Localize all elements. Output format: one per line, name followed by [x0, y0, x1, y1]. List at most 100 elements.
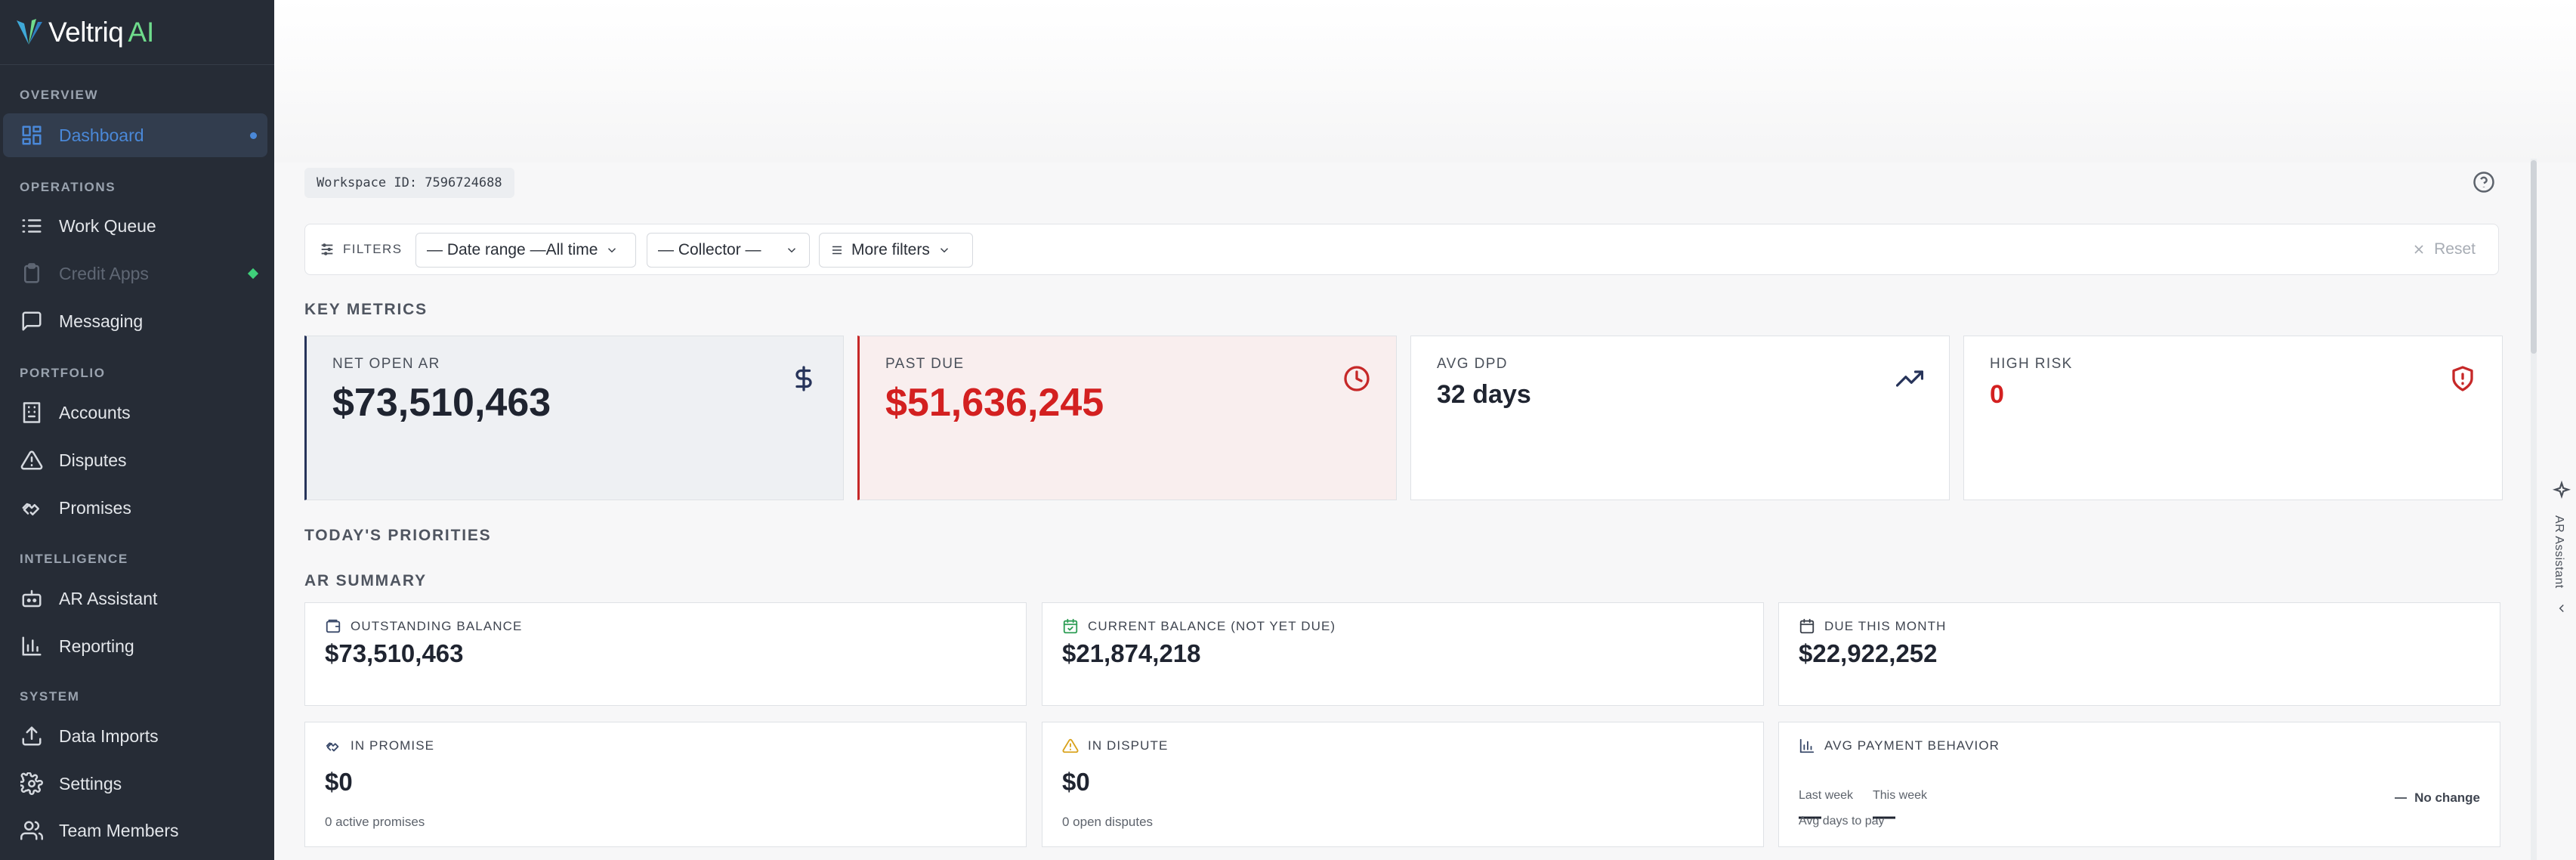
sidebar-item-settings[interactable]: Settings — [3, 762, 267, 806]
sidebar-item-label: Credit Apps — [59, 263, 149, 283]
card-subtext: 0 active promises — [325, 815, 425, 829]
this-week-label: This week — [1873, 789, 1928, 802]
bar-chart-icon — [1799, 738, 1815, 753]
sidebar-item-disputes[interactable]: Disputes — [3, 438, 267, 482]
brand-suffix: AI — [128, 16, 155, 48]
sidebar-item-label: Messaging — [59, 311, 144, 331]
sidebar-item-credit-apps[interactable]: Credit Apps — [3, 252, 267, 295]
trending-up-icon — [1895, 365, 1924, 392]
gear-icon — [20, 772, 44, 796]
kpi-label: PAST DUE — [885, 356, 965, 372]
upload-icon — [20, 724, 44, 748]
sidebar-item-reporting[interactable]: Reporting — [3, 624, 267, 668]
users-icon — [20, 818, 44, 843]
card-subtext: 0 open disputes — [1062, 815, 1154, 829]
collector-select[interactable]: — Collector — — [647, 233, 810, 268]
sidebar-item-label: AR Assistant — [59, 588, 158, 608]
sidebar-item-label: Settings — [59, 773, 122, 793]
sidebar-item-label: Team Members — [59, 820, 179, 840]
sidebar-item-label: Dashboard — [59, 125, 144, 145]
kpi-high-risk[interactable]: HIGH RISK 0 — [1963, 336, 2503, 500]
no-change-dash-icon — [2395, 797, 2408, 799]
bot-icon — [20, 586, 44, 611]
workspace-id-chip[interactable]: Workspace ID: 7596724688 — [304, 168, 514, 198]
sidebar: Veltriq AI OVERVIEW Dashboard OPERATIONS… — [0, 0, 274, 860]
handshake-icon — [20, 496, 44, 520]
sidebar-item-label: Disputes — [59, 450, 127, 470]
shield-alert-icon — [2449, 365, 2476, 392]
sidebar-item-data-imports[interactable]: Data Imports — [3, 714, 267, 758]
more-filters-button[interactable]: More filters — [819, 233, 973, 268]
ar-summary-heading: AR SUMMARY — [304, 572, 427, 589]
sliders-icon — [832, 246, 842, 255]
new-badge-diamond-icon — [247, 268, 259, 280]
sidebar-item-label: Promises — [59, 497, 131, 518]
card-avg-payment-behavior[interactable]: AVG PAYMENT BEHAVIOR Last week This week… — [1778, 722, 2500, 847]
sidebar-item-label: Accounts — [59, 402, 131, 422]
dollar-icon — [790, 365, 817, 392]
kpi-net-open-ar[interactable]: NET OPEN AR $73,510,463 — [304, 336, 844, 500]
chevron-left-icon — [2555, 602, 2568, 615]
date-range-select[interactable]: — Date range —All time — [415, 233, 636, 268]
card-value: $0 — [1062, 768, 1090, 796]
sidebar-item-work-queue[interactable]: Work Queue — [3, 204, 267, 248]
key-metrics-heading: KEY METRICS — [304, 301, 428, 318]
collector-value: — Collector — — [658, 241, 761, 258]
wallet-icon — [326, 619, 341, 633]
scrollbar-thumb[interactable] — [2531, 160, 2537, 354]
brand[interactable]: Veltriq AI — [0, 0, 274, 65]
ar-assistant-toggle[interactable]: AR Assistant — [2550, 480, 2573, 624]
building-icon — [20, 401, 44, 425]
chevron-down-icon — [787, 248, 796, 253]
kpi-avg-dpd[interactable]: AVG DPD 32 days — [1410, 336, 1950, 500]
reset-label: Reset — [2434, 240, 2476, 258]
warning-triangle-icon — [1062, 738, 1079, 753]
change-indicator: No change — [2395, 790, 2480, 806]
top-band — [274, 0, 2576, 162]
help-icon[interactable] — [2473, 171, 2495, 193]
section-label-overview: OVERVIEW — [20, 88, 99, 102]
kpi-value: $51,636,245 — [885, 381, 1104, 425]
card-current-balance[interactable]: CURRENT BALANCE (NOT YET DUE) $21,874,21… — [1042, 602, 1764, 706]
sidebar-item-team-members[interactable]: Team Members — [3, 809, 267, 852]
calendar-check-icon — [1063, 618, 1078, 634]
todays-priorities-heading: TODAY'S PRIORITIES — [304, 527, 492, 544]
sidebar-item-promises[interactable]: Promises — [3, 486, 267, 530]
ar-assistant-rail-label: AR Assistant — [2553, 515, 2565, 589]
card-value: $22,922,252 — [1799, 639, 1938, 667]
card-in-promise[interactable]: IN PROMISE $0 0 active promises — [304, 722, 1027, 847]
kpi-past-due[interactable]: PAST DUE $51,636,245 — [857, 336, 1397, 500]
card-value: $0 — [325, 768, 353, 796]
warning-triangle-icon — [20, 448, 44, 472]
filters-label-text: FILTERS — [343, 242, 403, 256]
close-icon — [2414, 245, 2423, 254]
card-label: DUE THIS MONTH — [1799, 618, 1946, 635]
sliders-icon — [321, 243, 333, 255]
card-due-this-month[interactable]: DUE THIS MONTH $22,922,252 — [1778, 602, 2500, 706]
chevron-down-icon — [608, 248, 616, 253]
section-label-intelligence: INTELLIGENCE — [20, 552, 128, 566]
sidebar-item-accounts[interactable]: Accounts — [3, 391, 267, 435]
card-in-dispute[interactable]: IN DISPUTE $0 0 open disputes — [1042, 722, 1764, 847]
kpi-label: NET OPEN AR — [332, 356, 440, 372]
calendar-icon — [1799, 618, 1815, 634]
card-label: IN DISPUTE — [1062, 738, 1168, 754]
sidebar-item-label: Data Imports — [59, 725, 159, 746]
clock-icon — [1343, 365, 1370, 392]
active-indicator-dot — [250, 131, 257, 139]
clipboard-icon — [20, 261, 44, 286]
card-subtext: Avg days to pay — [1799, 815, 1885, 828]
sidebar-item-dashboard[interactable]: Dashboard — [3, 113, 267, 157]
sidebar-item-label: Reporting — [59, 636, 134, 656]
kpi-value: 0 — [1990, 380, 2004, 409]
card-outstanding-balance[interactable]: OUTSTANDING BALANCE $73,510,463 — [304, 602, 1027, 706]
section-label-portfolio: PORTFOLIO — [20, 366, 106, 380]
kpi-label: HIGH RISK — [1990, 356, 2073, 372]
change-text: No change — [2414, 790, 2480, 805]
date-range-value: — Date range —All time — [427, 241, 598, 258]
sidebar-item-messaging[interactable]: Messaging — [3, 299, 267, 343]
sidebar-item-ar-assistant[interactable]: AR Assistant — [3, 577, 267, 620]
reset-button[interactable]: Reset — [2411, 224, 2476, 274]
kpi-value: $73,510,463 — [332, 381, 551, 425]
filter-bar: FILTERS — Date range —All time — Collect… — [304, 224, 2499, 275]
